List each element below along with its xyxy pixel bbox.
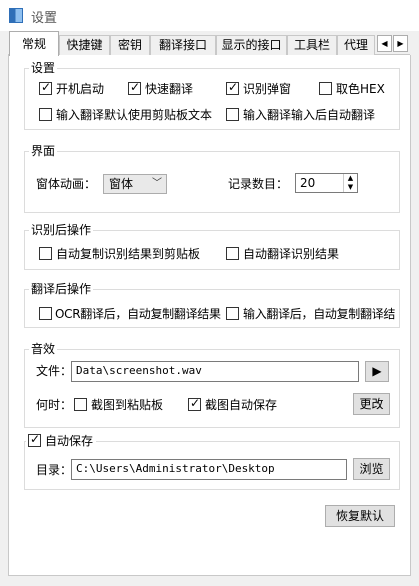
play-sound-icon[interactable]: ▶ bbox=[365, 361, 389, 382]
title-bar bbox=[0, 0, 419, 31]
input-copy-translation-label: 输入翻译后，自动复制翻译结 bbox=[243, 307, 396, 321]
window-title: 设置 bbox=[31, 11, 58, 26]
app-icon bbox=[9, 8, 23, 23]
auto-start-checkbox[interactable] bbox=[39, 80, 52, 95]
animation-label: 窗体动画： bbox=[36, 177, 97, 191]
quick-translate-checkbox[interactable] bbox=[128, 80, 141, 95]
record-count-label: 记录数目： bbox=[228, 177, 289, 191]
tab-proxy[interactable]: 代理 bbox=[337, 35, 375, 55]
color-hex-checkbox[interactable] bbox=[319, 82, 332, 95]
auto-translate-after-input-checkbox[interactable] bbox=[226, 108, 239, 121]
after-ocr-group-title: 识别后操作 bbox=[29, 223, 94, 237]
sound-file-label: 文件： bbox=[36, 364, 73, 378]
tab-toolbar[interactable]: 工具栏 bbox=[287, 35, 337, 55]
color-hex-label: 取色HEX bbox=[336, 82, 385, 96]
quick-translate-label: 快速翻译 bbox=[145, 82, 194, 96]
auto-start-label: 开机启动 bbox=[56, 82, 105, 96]
tab-scroll-left-icon[interactable]: ◀ bbox=[377, 35, 392, 52]
change-sound-button[interactable]: 更改 bbox=[353, 393, 390, 415]
ocr-popup-checkbox[interactable] bbox=[226, 80, 239, 95]
ocr-copy-translation-checkbox[interactable] bbox=[39, 307, 52, 320]
ocr-copy-translation-label: OCR翻译后，自动复制翻译结果 bbox=[55, 307, 221, 321]
translate-ocr-result-checkbox[interactable] bbox=[226, 247, 239, 260]
tab-scroll-right-icon[interactable]: ▶ bbox=[393, 35, 408, 52]
directory-input[interactable]: C:\Users\Administrator\Desktop bbox=[71, 459, 347, 480]
ui-group-title: 界面 bbox=[29, 144, 58, 158]
tab-general[interactable]: 常规 bbox=[9, 31, 59, 56]
ocr-popup-label: 识别弹窗 bbox=[243, 82, 292, 96]
clipboard-default-checkbox[interactable] bbox=[39, 108, 52, 121]
tab-translate-api[interactable]: 翻译接口 bbox=[150, 35, 216, 55]
autosave-title: 自动保存 bbox=[45, 434, 94, 448]
browse-button[interactable]: 浏览 bbox=[353, 458, 390, 480]
input-copy-translation-checkbox[interactable] bbox=[226, 307, 239, 320]
copy-ocr-result-label: 自动复制识别结果到剪贴板 bbox=[56, 247, 201, 261]
auto-save-shot-label: 截图自动保存 bbox=[205, 398, 278, 412]
autosave-checkbox[interactable] bbox=[28, 432, 41, 447]
copy-ocr-result-checkbox[interactable] bbox=[39, 247, 52, 260]
auto-translate-after-input-label: 输入翻译输入后自动翻译 bbox=[243, 108, 376, 122]
stepper-arrows-icon[interactable]: ▲ ▼ bbox=[343, 174, 357, 192]
to-clipboard-checkbox[interactable] bbox=[74, 398, 87, 411]
animation-select-value: 窗体 bbox=[109, 177, 134, 191]
tab-hotkeys[interactable]: 快捷键 bbox=[59, 35, 110, 55]
animation-select[interactable]: 窗体 ﹀ bbox=[103, 174, 167, 194]
restore-defaults-button[interactable]: 恢复默认 bbox=[325, 505, 395, 527]
to-clipboard-label: 截图到粘贴板 bbox=[91, 398, 164, 412]
record-count-value: 20 bbox=[300, 176, 316, 190]
clipboard-default-label: 输入翻译默认使用剪贴板文本 bbox=[56, 108, 213, 122]
auto-save-shot-checkbox[interactable] bbox=[188, 396, 201, 411]
sound-file-input[interactable]: Data\screenshot.wav bbox=[71, 361, 359, 382]
chevron-down-icon: ﹀ bbox=[152, 178, 162, 189]
when-label: 何时： bbox=[36, 398, 73, 412]
directory-label: 目录： bbox=[36, 463, 73, 477]
tab-keys[interactable]: 密钥 bbox=[110, 35, 150, 55]
sound-group-title: 音效 bbox=[29, 342, 58, 356]
tab-shown-api[interactable]: 显示的接口 bbox=[216, 35, 287, 55]
settings-group-title: 设置 bbox=[29, 61, 58, 75]
after-translate-group-title: 翻译后操作 bbox=[29, 282, 94, 296]
translate-ocr-result-label: 自动翻译识别结果 bbox=[243, 247, 340, 261]
